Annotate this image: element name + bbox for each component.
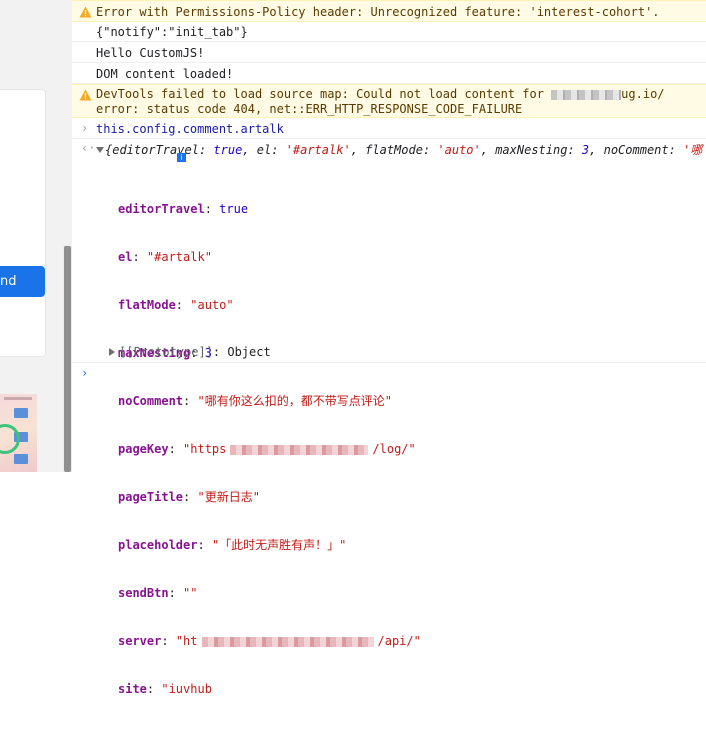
property-row[interactable]: server: "ht/api/" bbox=[118, 633, 421, 649]
warning-message: Error with Permissions-Policy header: Un… bbox=[96, 5, 660, 19]
log-message: {"notify":"init_tab"} bbox=[96, 25, 248, 39]
devtools-console: Error with Permissions-Policy header: Un… bbox=[72, 0, 706, 696]
property-row[interactable]: pageTitle: "更新日志" bbox=[118, 489, 421, 505]
console-result[interactable]: ‹· {editorTravel: true, el: '#artalk', f… bbox=[72, 139, 706, 696]
expand-triangle-icon[interactable] bbox=[109, 348, 115, 356]
redacted-url bbox=[201, 636, 374, 647]
log-message: Hello CustomJS! bbox=[96, 46, 205, 60]
command-text: this.config.comment.artalk bbox=[96, 122, 284, 136]
folder-icon bbox=[14, 408, 28, 418]
warning-icon bbox=[79, 6, 92, 18]
property-row[interactable]: placeholder: "「此时无声胜有声！」" bbox=[118, 537, 421, 553]
property-row[interactable]: noComment: "哪有你这么扣的，都不带写点评论" bbox=[118, 393, 421, 409]
folder-icon bbox=[14, 454, 28, 464]
console-command[interactable]: › this.config.comment.artalk bbox=[72, 118, 706, 139]
warning-message-line1: DevTools failed to load source map: Coul… bbox=[96, 87, 665, 101]
result-arrow-icon: ‹· bbox=[81, 141, 96, 155]
object-properties: editorTravel: true el: "#artalk" flatMod… bbox=[118, 169, 421, 729]
console-log[interactable]: Hello CustomJS! bbox=[72, 42, 706, 63]
prototype-row[interactable]: [[Prototype]]: Object bbox=[109, 345, 271, 359]
warning-message-line2: error: status code 404, net::ERR_HTTP_RE… bbox=[96, 102, 523, 116]
property-row[interactable]: el: "#artalk" bbox=[118, 249, 421, 265]
scrollbar-thumb[interactable] bbox=[64, 246, 71, 472]
property-row[interactable]: flatMode: "auto" bbox=[118, 297, 421, 313]
green-ring-graphic bbox=[0, 424, 20, 454]
info-icon[interactable]: i bbox=[177, 153, 186, 162]
collapse-triangle-icon[interactable] bbox=[96, 147, 104, 153]
property-row[interactable]: editorTravel: true bbox=[118, 201, 421, 217]
console-warning[interactable]: Error with Permissions-Policy header: Un… bbox=[72, 0, 706, 22]
desktop-thumbnail-image bbox=[0, 394, 37, 472]
redacted-url bbox=[230, 444, 369, 455]
console-log[interactable]: DOM content loaded! bbox=[72, 63, 706, 84]
thumbnail-title-bar bbox=[4, 397, 32, 400]
console-warning[interactable]: DevTools failed to load source map: Coul… bbox=[72, 84, 706, 118]
property-row[interactable]: sendBtn: "" bbox=[118, 585, 421, 601]
chevron-right-icon: › bbox=[81, 121, 89, 135]
input-prompt-icon: › bbox=[81, 366, 89, 380]
log-message: DOM content loaded! bbox=[96, 67, 234, 81]
property-row[interactable]: pageKey: "https/log/" bbox=[118, 441, 421, 457]
property-row[interactable]: site: "iuvhub bbox=[118, 681, 421, 697]
comment-card bbox=[0, 89, 46, 357]
page-preview-pane: nd bbox=[0, 0, 73, 472]
object-summary[interactable]: {editorTravel: true, el: '#artalk', flat… bbox=[96, 141, 702, 158]
warning-icon bbox=[79, 89, 92, 101]
console-input[interactable]: › bbox=[72, 364, 706, 384]
redacted-url bbox=[551, 89, 622, 100]
send-button[interactable]: nd bbox=[0, 266, 45, 297]
console-log[interactable]: {"notify":"init_tab"} bbox=[72, 22, 706, 42]
